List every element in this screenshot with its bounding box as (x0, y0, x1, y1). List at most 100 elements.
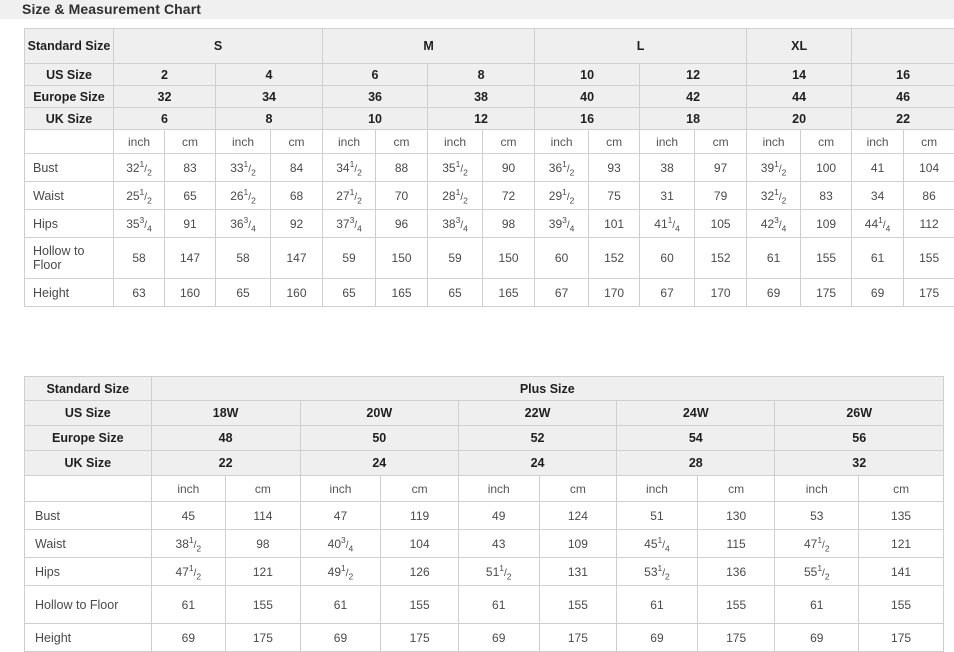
plus-measurement-value: 69 (775, 624, 859, 652)
measurement-value: 105 (695, 210, 747, 238)
plus-measurement-value: 471/2 (775, 530, 859, 558)
measurement-value: 165 (376, 279, 428, 307)
plus-unit-label-cm: cm (859, 476, 944, 502)
plus-measurement-value: 451/4 (617, 530, 698, 558)
plus-us-size-value: 22W (458, 401, 616, 426)
plus-measurement-label-hollow-to-floor: Hollow to Floor (25, 586, 152, 624)
plus-unit-label-inch: inch (617, 476, 698, 502)
measurement-value: 373/4 (323, 210, 376, 238)
unit-label-cm: cm (801, 130, 852, 154)
measurement-value: 98 (483, 210, 535, 238)
plus-uk-size-value: 24 (300, 451, 458, 476)
measurement-value: 61 (747, 238, 801, 279)
plus-measurement-value: 551/2 (775, 558, 859, 586)
measurement-value: 69 (747, 279, 801, 307)
measurement-value: 341/2 (323, 154, 376, 182)
measurement-value: 271/2 (323, 182, 376, 210)
plus-measurement-value: 109 (539, 530, 617, 558)
plus-europe-size-row: Europe Size4850525456 (25, 426, 944, 451)
plus-uk-size-row: UK Size2224242832 (25, 451, 944, 476)
plus-measurement-value: 175 (697, 624, 775, 652)
plus-us-size-value: 18W (151, 401, 300, 426)
plus-measurement-row: Hollow to Floor6115561155611556115561155 (25, 586, 944, 624)
plus-measurement-value: 136 (697, 558, 775, 586)
europe-size-value: 44 (747, 86, 852, 108)
measurement-value: 86 (904, 182, 954, 210)
unit-label-cm: cm (376, 130, 428, 154)
unit-label-inch: inch (852, 130, 904, 154)
measurement-value: 147 (165, 238, 216, 279)
unit-label-inch: inch (428, 130, 483, 154)
measurement-value: 92 (271, 210, 323, 238)
us-size-value: 6 (323, 64, 428, 86)
size-chart-page: Size & Measurement Chart Standard SizeSM… (0, 0, 954, 649)
plus-measurement-value: 69 (151, 624, 226, 652)
plus-unit-row-corner (25, 476, 152, 502)
measurement-value: 393/4 (535, 210, 589, 238)
europe-size-value: 40 (535, 86, 640, 108)
measurement-row: Bust321/283331/284341/288351/290361/2933… (25, 154, 954, 182)
measurement-value: 251/2 (114, 182, 165, 210)
unit-label-inch: inch (747, 130, 801, 154)
plus-europe-size-value: 56 (775, 426, 944, 451)
us-size-value: 14 (747, 64, 852, 86)
measurement-value: 104 (904, 154, 954, 182)
measurement-value: 60 (535, 238, 589, 279)
plus-uk-size-value: 32 (775, 451, 944, 476)
plus-measurement-value: 45 (151, 502, 226, 530)
uk-size-value: 20 (747, 108, 852, 130)
measurement-value: 93 (589, 154, 640, 182)
measurement-value: 97 (695, 154, 747, 182)
plus-measurement-row: Height6917569175691756917569175 (25, 624, 944, 652)
measurement-value: 321/2 (747, 182, 801, 210)
measurement-value: 68 (271, 182, 323, 210)
unit-label-cm: cm (165, 130, 216, 154)
plus-standard-size-corner-label: Standard Size (25, 377, 152, 401)
plus-measurement-value: 53 (775, 502, 859, 530)
plus-unit-label-cm: cm (226, 476, 301, 502)
plus-unit-label-inch: inch (458, 476, 539, 502)
measurement-value: 67 (535, 279, 589, 307)
plus-size-group-header-row: Standard SizePlus Size (25, 377, 944, 401)
measurement-label-height: Height (25, 279, 114, 307)
measurement-value: 65 (216, 279, 271, 307)
measurement-value: 96 (376, 210, 428, 238)
measurement-value: 147 (271, 238, 323, 279)
europe-size-value: 36 (323, 86, 428, 108)
standard-size-table: Standard SizeSMLXLUS Size246810121416Eur… (24, 28, 954, 307)
plus-unit-label-inch: inch (775, 476, 859, 502)
measurement-value: 34 (852, 182, 904, 210)
plus-size-group-label: Plus Size (151, 377, 943, 401)
standard-size-table-body: Standard SizeSMLXLUS Size246810121416Eur… (25, 29, 954, 307)
plus-europe-size-value: 52 (458, 426, 616, 451)
plus-europe-size-value: 50 (300, 426, 458, 451)
plus-unit-label-inch: inch (151, 476, 226, 502)
title-bar: Size & Measurement Chart (0, 0, 954, 19)
measurement-value: 67 (640, 279, 695, 307)
measurement-value: 361/2 (535, 154, 589, 182)
uk-size-value: 16 (535, 108, 640, 130)
plus-us-size-row: US Size18W20W22W24W26W (25, 401, 944, 426)
measurement-value: 88 (376, 154, 428, 182)
plus-measurement-value: 104 (381, 530, 459, 558)
plus-measurement-row: Waist381/298403/410443109451/4115471/212… (25, 530, 944, 558)
measurement-row: Height6316065160651656516567170671706917… (25, 279, 954, 307)
us-size-value: 12 (640, 64, 747, 86)
measurement-value: 58 (114, 238, 165, 279)
plus-uk-size-value: 24 (458, 451, 616, 476)
europe-size-row: Europe Size3234363840424446 (25, 86, 954, 108)
measurement-value: 83 (801, 182, 852, 210)
plus-europe-size-value: 54 (617, 426, 775, 451)
measurement-value: 41 (852, 154, 904, 182)
measurement-label-bust: Bust (25, 154, 114, 182)
uk-size-value: 12 (428, 108, 535, 130)
plus-measurement-value: 61 (300, 586, 381, 624)
uk-size-value: 6 (114, 108, 216, 130)
plus-measurement-value: 51 (617, 502, 698, 530)
europe-size-value: 46 (852, 86, 954, 108)
plus-unit-label-inch: inch (300, 476, 381, 502)
unit-label-cm: cm (483, 130, 535, 154)
plus-europe-size-value: 48 (151, 426, 300, 451)
measurement-value: 351/2 (428, 154, 483, 182)
plus-measurement-value: 61 (458, 586, 539, 624)
